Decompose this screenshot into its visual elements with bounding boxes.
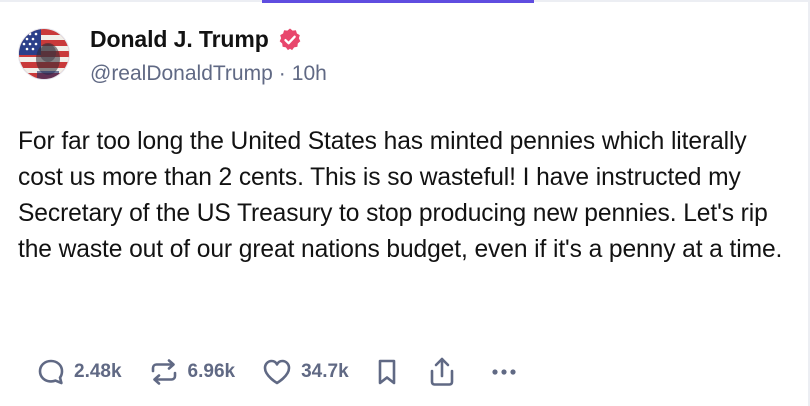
bookmark-icon bbox=[378, 359, 395, 385]
share-icon bbox=[430, 357, 453, 386]
more-icon bbox=[492, 369, 516, 375]
author-display-name[interactable]: Donald J. Trump bbox=[90, 26, 269, 53]
verified-badge-icon bbox=[279, 28, 300, 50]
active-tab-indicator bbox=[262, 0, 534, 3]
heart-icon bbox=[263, 359, 291, 385]
reply-button[interactable]: 2.48k bbox=[36, 357, 122, 387]
post-actions: 2.48k 6.96k 34.7k bbox=[36, 350, 519, 394]
bookmark-button[interactable] bbox=[373, 357, 401, 387]
share-button[interactable] bbox=[427, 356, 457, 388]
post-timestamp[interactable]: 10h bbox=[292, 62, 327, 86]
separator-dot: · bbox=[278, 62, 286, 85]
reply-count: 2.48k bbox=[74, 361, 122, 382]
repost-count: 6.96k bbox=[187, 361, 236, 382]
repost-icon bbox=[151, 359, 176, 385]
post-content: For far too long the United States has m… bbox=[18, 128, 783, 263]
like-count: 34.7k bbox=[301, 361, 349, 382]
more-options-button[interactable] bbox=[489, 357, 519, 387]
reply-icon bbox=[38, 359, 64, 385]
like-button[interactable]: 34.7k bbox=[261, 357, 349, 387]
avatar[interactable] bbox=[18, 28, 70, 80]
author-handle[interactable]: @realDonaldTrump bbox=[90, 62, 273, 86]
post-header: Donald J. Trump @realDonaldTrump · 10h bbox=[18, 14, 788, 94]
tab-bar-border bbox=[0, 0, 810, 3]
author-handle-row: @realDonaldTrump · 10h bbox=[90, 62, 327, 86]
flag-portrait-avatar-icon bbox=[19, 29, 69, 79]
repost-button[interactable]: 6.96k bbox=[148, 357, 236, 387]
post-card: Donald J. Trump @realDonaldTrump · 10h F… bbox=[18, 14, 788, 386]
author-name-row: Donald J. Trump bbox=[90, 26, 303, 53]
